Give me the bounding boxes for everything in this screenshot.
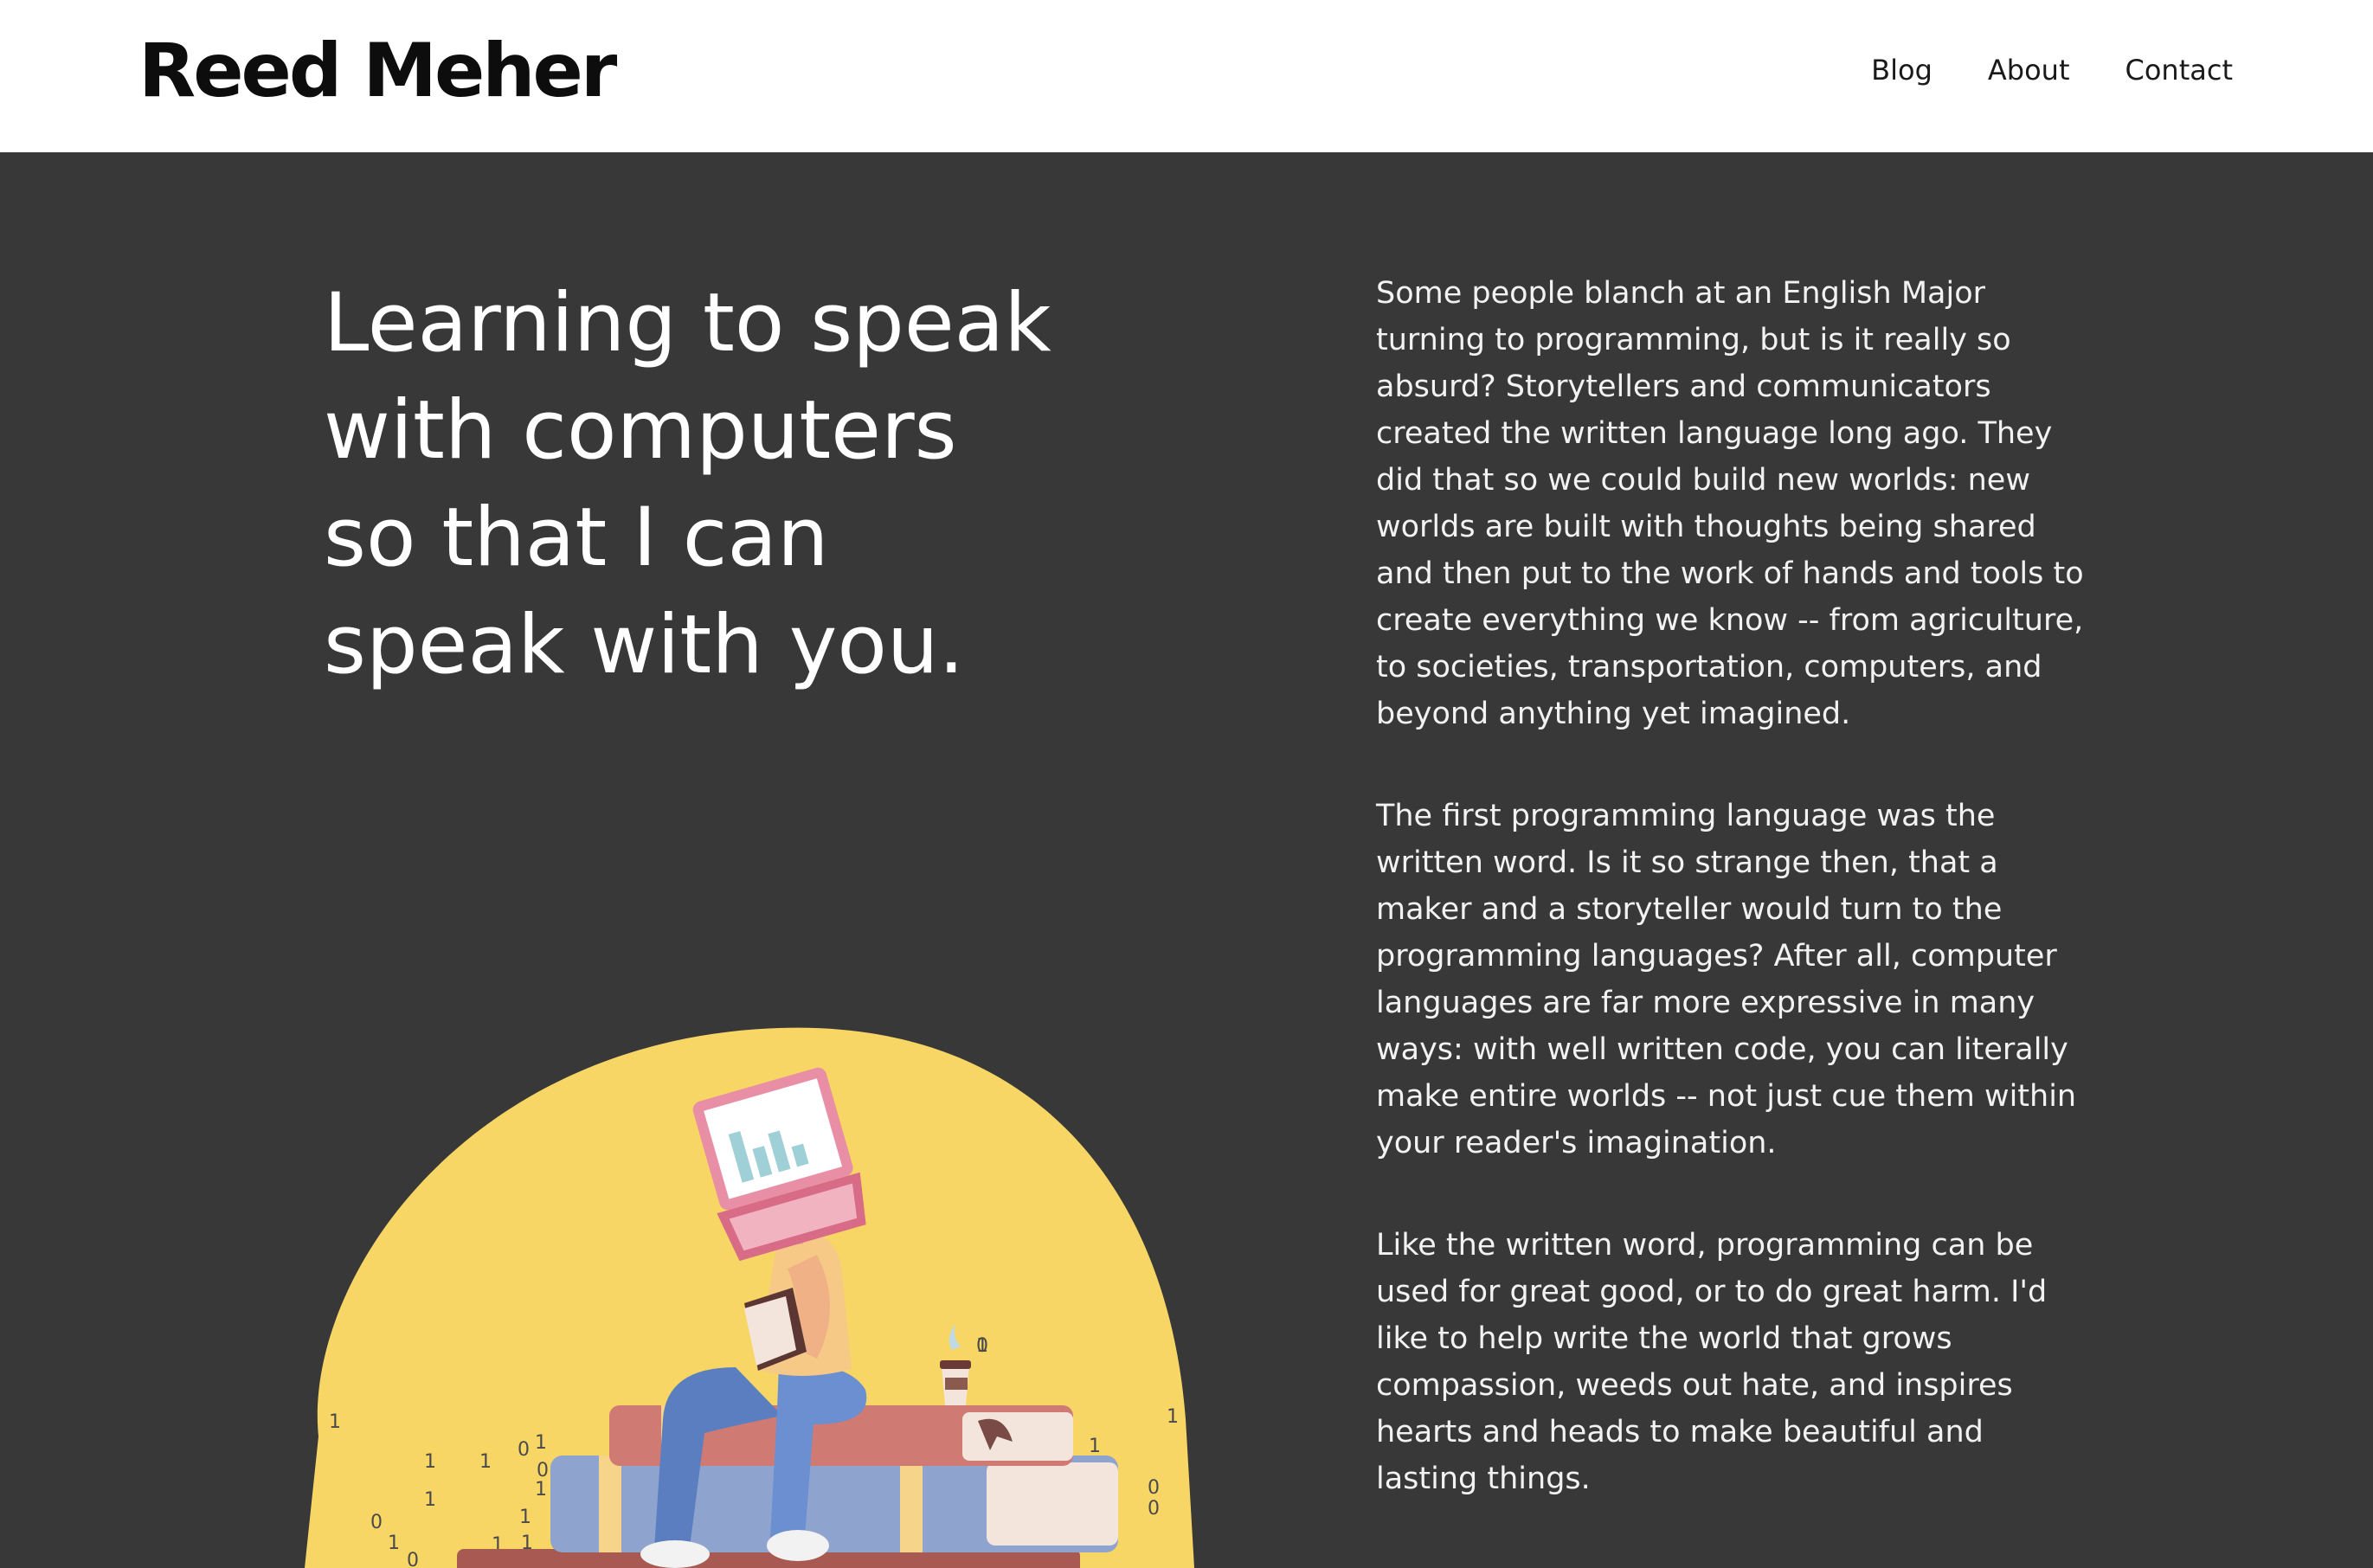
digit: 0 [537,1460,549,1481]
book-blue-pages [987,1462,1118,1546]
digit: 0 [407,1550,419,1568]
digit: 1 [424,1489,436,1511]
digit: 1 [1089,1436,1101,1457]
nav-link-about[interactable]: About [1988,48,2070,92]
digit: 0 [518,1439,530,1461]
digit: 1 [479,1451,492,1473]
headline-line: so that I can [324,491,829,585]
shoe [640,1540,710,1568]
digit: 1 [329,1411,341,1433]
book-blue-stripe [599,1456,621,1552]
body-text-column: Some people blanch at an English Major t… [1376,270,2086,1558]
digit: 0 [370,1512,383,1533]
body-paragraph: Like the written word, programming can b… [1376,1228,2048,1496]
digit: 1 [535,1479,547,1501]
body-paragraph: The first programming language was the w… [1376,799,2077,1160]
digit: 1 [519,1507,531,1528]
digit: 0 [1148,1477,1160,1499]
headline-line: Learning to speak [324,276,1051,370]
book-blue-stripe [900,1456,923,1552]
shoe [767,1530,829,1561]
digit: 1 [1167,1406,1179,1428]
body-paragraph: Some people blanch at an English Major t… [1376,276,2084,731]
digit: 1 [535,1432,547,1454]
hero-headline: Learning to speak with computers so that… [324,270,1103,699]
site-logo[interactable]: Reed Meher [138,24,617,118]
reading-person-illustration: 1 1 1 0 1 0 1 1 0 1 1 1 0 1 1 0 1 0 0 1 [305,1027,1194,1568]
digit: 1 [388,1533,400,1554]
nav-link-blog[interactable]: Blog [1871,48,1932,92]
digit: 1 [976,1335,988,1357]
book-red-pages [962,1412,1073,1461]
main-nav: Blog About Contact [1871,48,2233,92]
headline-line: with computers [324,383,957,478]
headline-line: speak with you. [324,598,965,692]
digit: 0 [1148,1498,1160,1520]
digit: 1 [424,1451,436,1473]
site-header: Reed Meher Blog About Contact [0,0,2373,152]
nav-link-contact[interactable]: Contact [2125,48,2234,92]
